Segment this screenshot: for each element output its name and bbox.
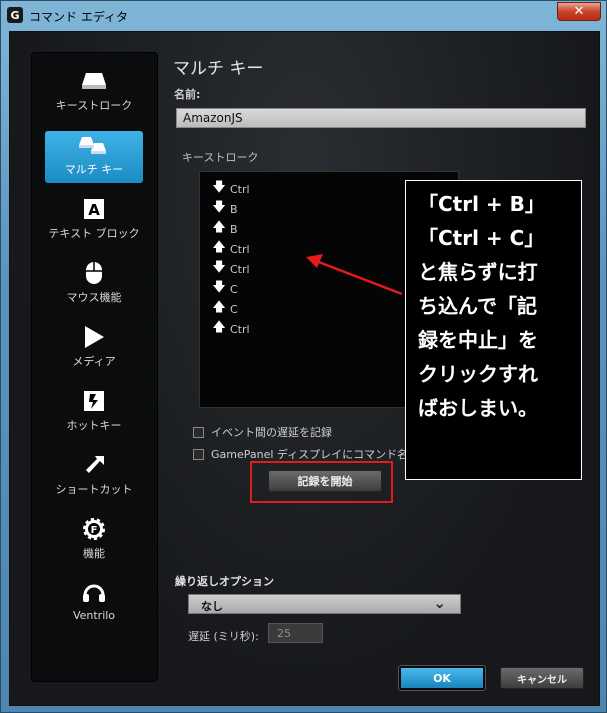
list-item[interactable]: 🡅 C [212, 300, 238, 318]
headset-icon [45, 581, 143, 605]
name-field[interactable]: AmazonJS [176, 108, 586, 128]
keycap-icon [45, 69, 143, 93]
sidebar-item-media[interactable]: メディア [45, 323, 143, 375]
keystroke-key: C [230, 302, 238, 316]
callout-line: 「Ctrl + B」 [418, 192, 545, 216]
svg-text:A: A [88, 201, 100, 219]
sidebar-item-label: キーストローク [55, 99, 133, 112]
list-item[interactable]: 🡅 Ctrl [212, 240, 250, 258]
sidebar-item-multikey[interactable]: マルチ キー [45, 131, 143, 183]
key-down-arrow-icon: 🡇 [212, 280, 226, 295]
keystroke-key: Ctrl [230, 322, 250, 336]
multi-keycap-icon [45, 133, 143, 157]
callout-line: と焦らずに打 [418, 260, 538, 284]
function-gear-icon: F [45, 517, 143, 541]
hotkey-icon [45, 389, 143, 413]
cancel-button[interactable]: キャンセル [500, 667, 584, 689]
sidebar-item-label: テキスト ブロック [48, 227, 140, 240]
window-title: コマンド エディタ [29, 10, 128, 24]
chevron-down-icon: ⌄ [433, 594, 446, 612]
list-item[interactable]: 🡇 C [212, 280, 238, 298]
repeat-options-label: 繰り返しオプション [175, 575, 274, 588]
callout-line: ち込んで「記 [418, 294, 537, 318]
logitech-g-icon: G [7, 7, 23, 23]
list-item[interactable]: 🡅 B [212, 220, 238, 238]
checkbox-box[interactable] [193, 448, 204, 460]
ok-button[interactable]: OK [398, 665, 486, 691]
keystroke-key: Ctrl [230, 262, 250, 276]
sidebar-item-label: マルチ キー [64, 163, 124, 176]
delay-label: 遅延 (ミリ秒): [188, 630, 259, 643]
key-up-arrow-icon: 🡅 [212, 240, 226, 255]
keystroke-key: B [230, 222, 238, 236]
key-up-arrow-icon: 🡅 [212, 320, 226, 335]
sidebar-item-label: Ventrilo [72, 609, 116, 622]
sidebar-item-label: メディア [72, 355, 116, 368]
window-frame: G コマンド エディタ ✕ キーストローク マルチ キー A テキスト ブロック… [0, 0, 607, 713]
title-bar[interactable]: G コマンド エディタ ✕ [1, 1, 607, 31]
text-block-icon: A [45, 197, 143, 221]
key-up-arrow-icon: 🡅 [212, 220, 226, 235]
checkbox-label: イベント間の遅延を記録 [211, 426, 332, 439]
start-recording-button[interactable]: 記録を開始 [268, 470, 382, 492]
callout-line: クリックすれ [418, 362, 538, 386]
callout-line: 「Ctrl + C」 [418, 226, 545, 250]
list-item[interactable]: 🡅 Ctrl [212, 320, 250, 338]
callout-line: ばおしまい。 [418, 396, 538, 420]
mouse-icon [45, 261, 143, 285]
list-item[interactable]: 🡇 B [212, 200, 238, 218]
shortcut-arrow-icon [45, 453, 143, 477]
checkbox-label: GamePanel ディスプレイにコマンド名を [211, 448, 420, 461]
sidebar-item-label: ホットキー [66, 419, 122, 432]
list-item[interactable]: 🡇 Ctrl [212, 180, 250, 198]
delay-ms-field[interactable]: 25 [268, 623, 323, 643]
record-delay-checkbox[interactable]: イベント間の遅延を記録 [193, 424, 332, 440]
command-type-sidebar: キーストローク マルチ キー A テキスト ブロック マウス機能 メディア ホッ… [31, 52, 158, 682]
page-title: マルチ キー [173, 59, 264, 79]
close-button[interactable]: ✕ [557, 2, 601, 21]
annotation-callout: 「Ctrl + B」 「Ctrl + C」 と焦らずに打 ち込んで「記 録を中止… [405, 180, 582, 480]
callout-line: 録を中止」を [418, 328, 538, 352]
play-icon [45, 325, 143, 349]
gamepanel-display-checkbox[interactable]: GamePanel ディスプレイにコマンド名を [193, 446, 419, 462]
sidebar-item-label: マウス機能 [66, 291, 122, 304]
checkbox-box[interactable] [193, 426, 204, 438]
sidebar-item-hotkey[interactable]: ホットキー [45, 387, 143, 439]
dialog-body: キーストローク マルチ キー A テキスト ブロック マウス機能 メディア ホッ… [9, 31, 600, 706]
keystroke-key: Ctrl [230, 182, 250, 196]
sidebar-item-keystroke[interactable]: キーストローク [45, 67, 143, 119]
sidebar-item-shortcut[interactable]: ショートカット [45, 451, 143, 503]
repeat-option-value: なし [201, 600, 223, 613]
key-down-arrow-icon: 🡇 [212, 260, 226, 275]
sidebar-item-label: 機能 [83, 547, 105, 560]
keystroke-key: Ctrl [230, 242, 250, 256]
sidebar-item-label: ショートカット [55, 483, 133, 496]
keystroke-key: C [230, 282, 238, 296]
sidebar-item-function[interactable]: F 機能 [45, 515, 143, 567]
svg-text:F: F [91, 525, 98, 536]
keystroke-key: B [230, 202, 238, 216]
repeat-option-select[interactable]: なし ⌄ [188, 594, 461, 614]
sidebar-item-text-block[interactable]: A テキスト ブロック [45, 195, 143, 247]
name-label: 名前: [174, 88, 201, 101]
key-down-arrow-icon: 🡇 [212, 180, 226, 195]
list-item[interactable]: 🡇 Ctrl [212, 260, 250, 278]
key-up-arrow-icon: 🡅 [212, 300, 226, 315]
key-down-arrow-icon: 🡇 [212, 200, 226, 215]
sidebar-item-mouse[interactable]: マウス機能 [45, 259, 143, 311]
keystroke-list-label: キーストローク [182, 151, 259, 164]
sidebar-item-ventrilo[interactable]: Ventrilo [45, 579, 143, 631]
